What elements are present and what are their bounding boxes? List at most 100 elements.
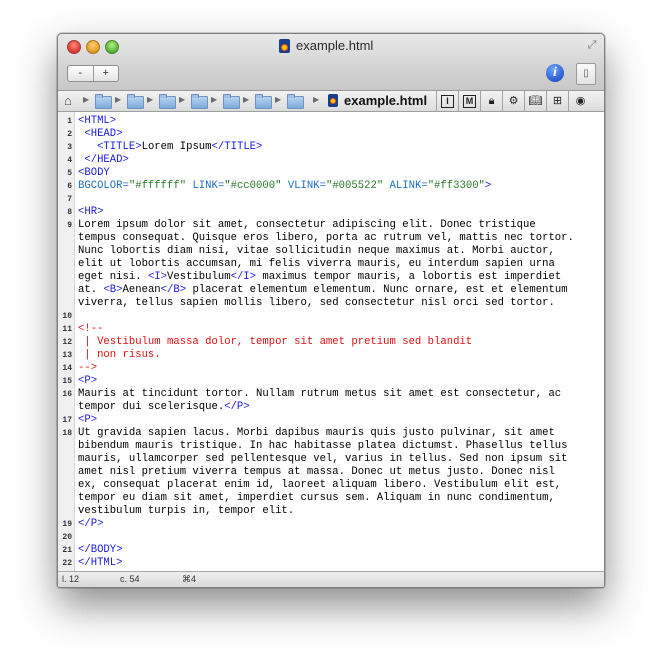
code-token: Vestibulum bbox=[167, 271, 231, 283]
status-bar: l. 12 c. 54 ⌘4 bbox=[58, 571, 604, 587]
inspector-panel-icon[interactable]: ▯ bbox=[576, 63, 596, 85]
code-line: 16 Mauris at tincidunt tortor. Nullam rut… bbox=[58, 388, 604, 414]
folder-icon[interactable] bbox=[159, 94, 176, 109]
line-number: 22 bbox=[62, 559, 72, 568]
zoom-window-button[interactable] bbox=[105, 40, 119, 54]
code-row: | Vestibulum massa dolor, tempor sit ame… bbox=[58, 336, 604, 349]
code-token: viverra, tellus sapien mollis libero, se… bbox=[78, 297, 555, 309]
code-token: </HEAD> bbox=[84, 154, 129, 166]
code-row: <BODY bbox=[58, 167, 604, 180]
code-token: eget nisi. bbox=[78, 271, 148, 283]
code-token: <!-- bbox=[78, 323, 104, 335]
code-row: Lorem ipsum dolor sit amet, consectetur … bbox=[58, 219, 604, 232]
folder-icon[interactable] bbox=[95, 94, 112, 109]
code-line: 21 </BODY> bbox=[58, 544, 604, 557]
line-number: 15 bbox=[62, 377, 72, 386]
code-token: ALINK= bbox=[389, 180, 428, 192]
editor-window: example.html ⤢ - + i ▯ ⌂ ▶ ▶ ▶ ▶ ▶ ▶ ▶ ▶… bbox=[57, 33, 605, 588]
line-number: 9 bbox=[67, 221, 72, 230]
code-row: tempor dui scelerisque.</P> bbox=[58, 401, 604, 414]
code-token: </P> bbox=[224, 401, 250, 413]
code-row: viverra, tellus sapien mollis libero, se… bbox=[58, 297, 604, 310]
code-row: --> bbox=[58, 362, 604, 375]
folder-icon[interactable] bbox=[287, 94, 304, 109]
code-line: 15 <P> bbox=[58, 375, 604, 388]
code-token: </P> bbox=[78, 518, 104, 530]
code-token: </B> bbox=[160, 284, 187, 296]
line-number: 8 bbox=[67, 208, 72, 217]
home-icon[interactable]: ⌂ bbox=[64, 94, 79, 108]
code-row: Nunc lobortis diam nisi, vitae sollicitu… bbox=[58, 245, 604, 258]
line-number: 7 bbox=[67, 195, 72, 204]
code-token: <HEAD> bbox=[84, 128, 123, 140]
zoom-out-button[interactable]: - bbox=[68, 66, 93, 81]
code-line: 22 </HTML> bbox=[58, 557, 604, 570]
code-line: 3 <TITLE>Lorem Ipsum</TITLE> bbox=[58, 141, 604, 154]
code-token: <B> bbox=[103, 284, 123, 296]
code-row: Mauris at tincidunt tortor. Nullam rutru… bbox=[58, 388, 604, 401]
title-bar: example.html ⤢ - + i ▯ bbox=[58, 34, 604, 91]
code-token: VLINK= bbox=[287, 180, 326, 192]
code-token: tempor dui scelerisque. bbox=[78, 401, 225, 413]
folder-icon[interactable] bbox=[255, 94, 272, 109]
fullscreen-icon[interactable]: ⤢ bbox=[586, 39, 598, 51]
code-editor[interactable]: 1 <HTML> 2 <HEAD> 3 <TITLE>Lorem Ipsum</TIT… bbox=[58, 112, 604, 571]
chevron-right-icon: ▶ bbox=[83, 95, 90, 104]
preview-circle-icon[interactable]: ◉ bbox=[568, 91, 592, 111]
window-title: example.html bbox=[296, 38, 374, 53]
code-line: 11 <!-- bbox=[58, 323, 604, 336]
zoom-in-button[interactable]: + bbox=[92, 66, 119, 81]
folder-icon[interactable] bbox=[191, 94, 208, 109]
html-document-icon bbox=[279, 39, 290, 53]
code-line: 7 bbox=[58, 193, 604, 206]
code-token: ex, consequat placerat enim id, laoreet … bbox=[78, 479, 562, 491]
code-token: </TITLE> bbox=[211, 141, 263, 153]
code-row: <TITLE>Lorem Ipsum</TITLE> bbox=[58, 141, 604, 154]
chevron-right-icon: ▶ bbox=[179, 95, 186, 104]
code-token: <TITLE> bbox=[97, 141, 142, 153]
code-line: 10 bbox=[58, 310, 604, 323]
gear-icon[interactable]: ⚙ bbox=[502, 91, 524, 111]
breadcrumb-file[interactable]: example.html bbox=[344, 93, 427, 108]
code-row: | non risus. bbox=[58, 349, 604, 362]
line-number: 18 bbox=[62, 429, 72, 438]
markup-tool-button[interactable]: M bbox=[458, 91, 480, 111]
line-number: 10 bbox=[62, 312, 72, 321]
status-column: c. 54 bbox=[120, 574, 140, 584]
line-number: 11 bbox=[62, 325, 72, 334]
line-number: 5 bbox=[67, 169, 72, 178]
book-icon[interactable]: 📖︎ bbox=[524, 91, 546, 111]
zoom-control: - + bbox=[67, 65, 119, 82]
code-line: 12 | Vestibulum massa dolor, tempor sit … bbox=[58, 336, 604, 349]
code-token: BGCOLOR= bbox=[78, 180, 129, 192]
info-icon[interactable]: i bbox=[546, 64, 564, 82]
code-row: Ut gravida sapien lacus. Morbi dapibus m… bbox=[58, 427, 604, 440]
code-token: tempus consequat. Quisque eros libero, p… bbox=[78, 232, 574, 244]
folder-icon[interactable] bbox=[127, 94, 144, 109]
path-bar: ⌂ ▶ ▶ ▶ ▶ ▶ ▶ ▶ ▶ example.html I M 🔒︎ ⚙ … bbox=[58, 91, 604, 112]
code-token: bibendum mauris tristique. In hac habita… bbox=[78, 440, 568, 452]
code-row bbox=[58, 310, 604, 323]
chevron-right-icon: ▶ bbox=[211, 95, 218, 104]
code-token: elit ut lobortis accumsan, mi felis vive… bbox=[78, 258, 555, 270]
code-row: bibendum mauris tristique. In hac habita… bbox=[58, 440, 604, 453]
lock-icon[interactable]: 🔒︎ bbox=[480, 91, 502, 111]
code-line: 5 <BODY bbox=[58, 167, 604, 180]
minimize-window-button[interactable] bbox=[86, 40, 100, 54]
code-token: "#cc0000" bbox=[224, 180, 282, 192]
chevron-right-icon: ▶ bbox=[115, 95, 122, 104]
close-window-button[interactable] bbox=[67, 40, 81, 54]
line-number: 17 bbox=[62, 416, 72, 425]
code-token: | non risus. bbox=[78, 349, 161, 361]
code-row: <HR> bbox=[58, 206, 604, 219]
code-row: </HTML> bbox=[58, 557, 604, 570]
code-token: </HTML> bbox=[78, 557, 123, 569]
code-line: 17 <P> bbox=[58, 414, 604, 427]
code-token: <BODY bbox=[78, 167, 110, 179]
folder-icon[interactable] bbox=[223, 94, 240, 109]
code-row: elit ut lobortis accumsan, mi felis vive… bbox=[58, 258, 604, 271]
grid-icon[interactable]: ⊞ bbox=[546, 91, 568, 111]
italic-tool-button[interactable]: I bbox=[436, 91, 458, 111]
code-token: placerat elementum elementum. Nunc ornar… bbox=[186, 284, 568, 296]
